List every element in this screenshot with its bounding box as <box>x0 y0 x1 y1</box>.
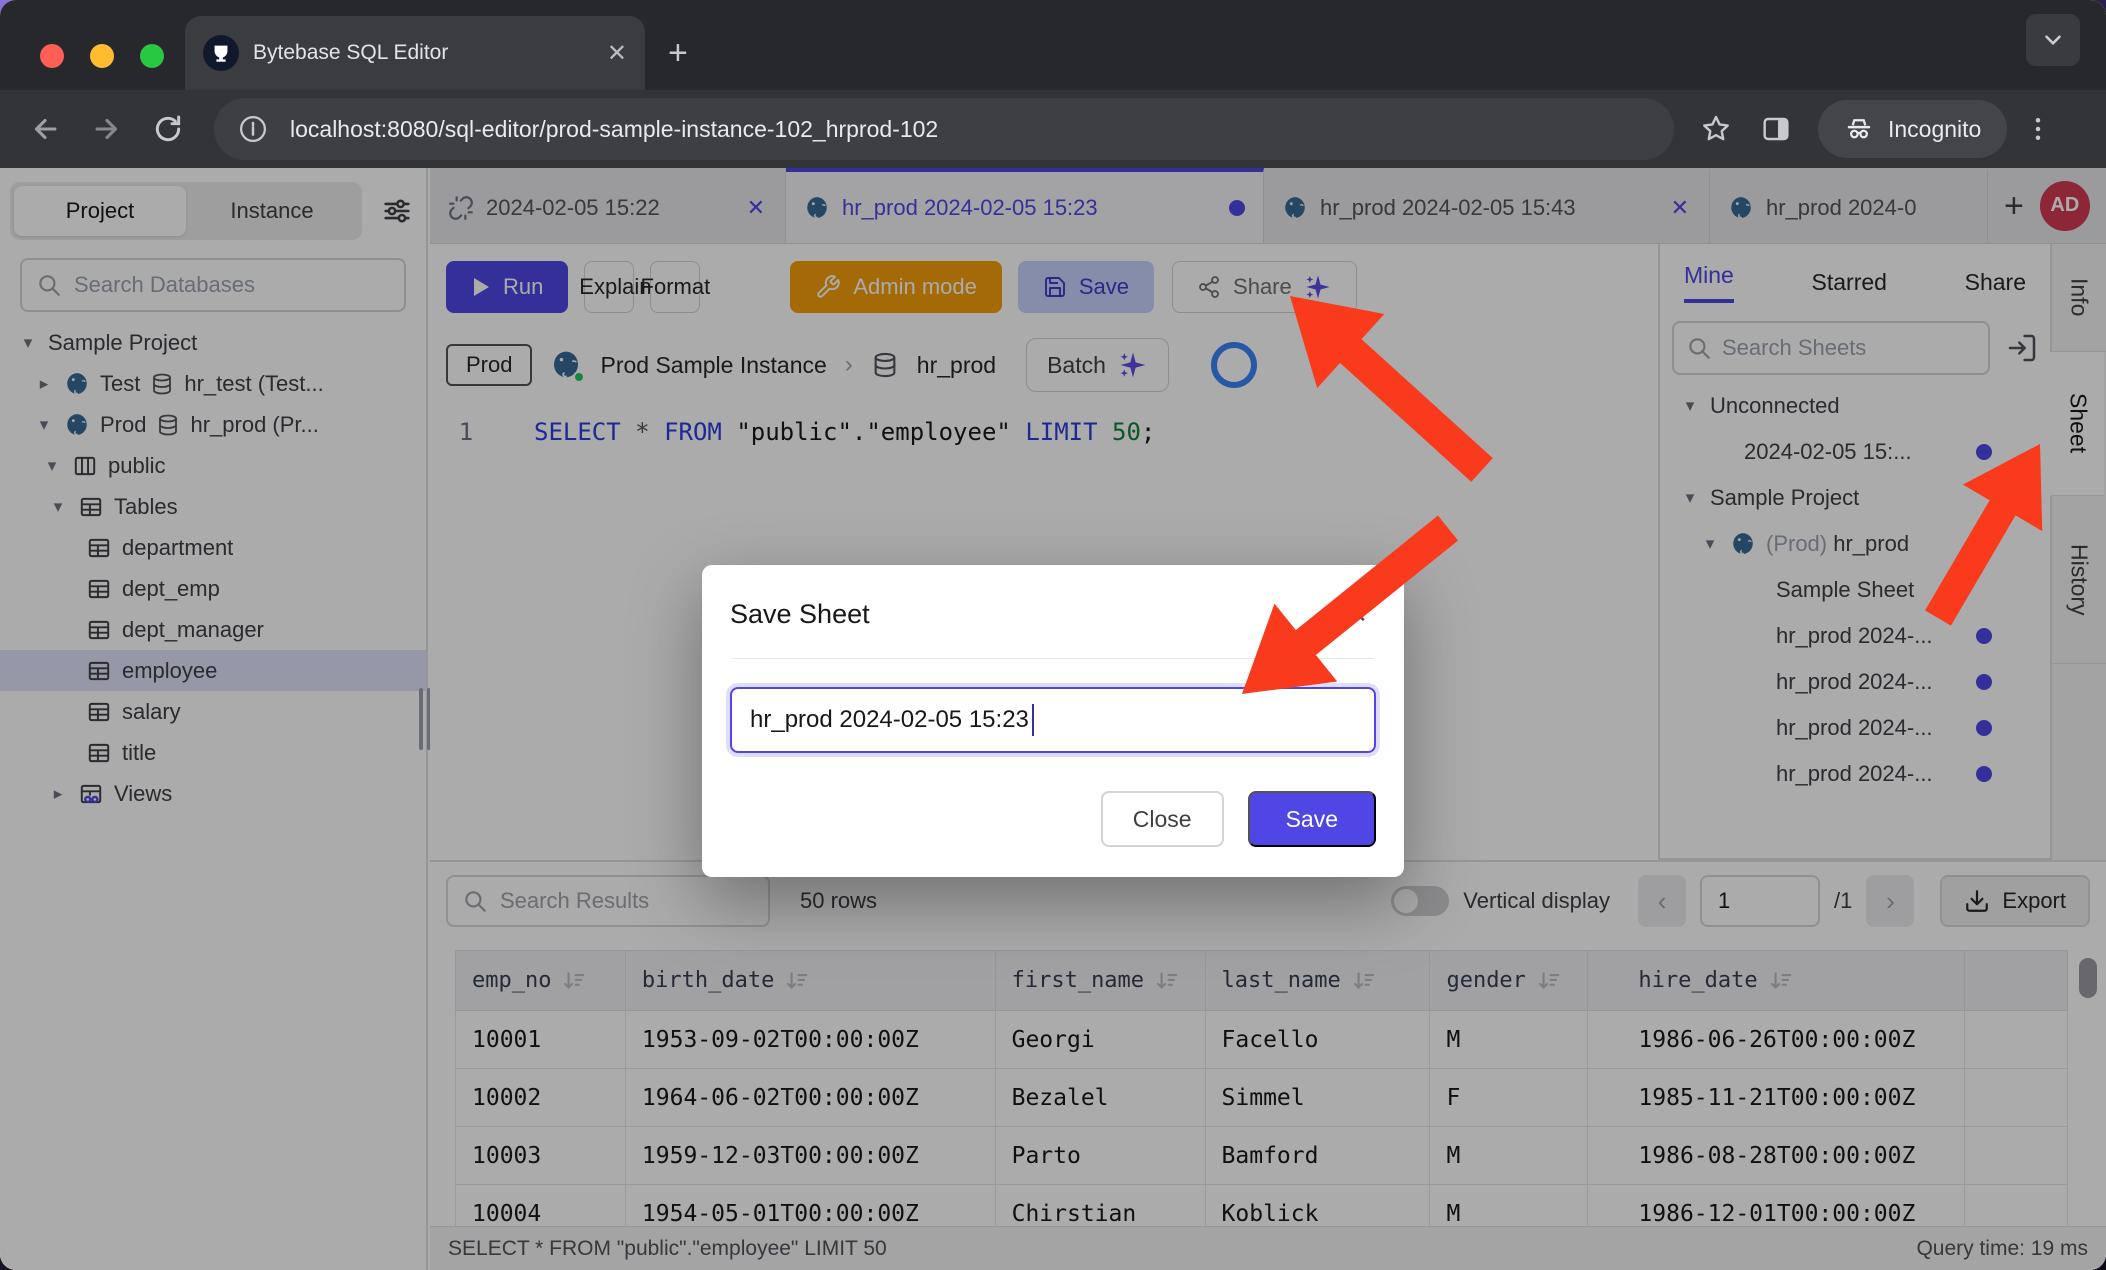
reload-icon[interactable] <box>152 113 184 145</box>
minimize-window-button[interactable] <box>90 44 114 68</box>
maximize-window-button[interactable] <box>140 44 164 68</box>
browser-window: Bytebase SQL Editor ✕ + localhost:8080/s… <box>0 0 2106 1270</box>
dialog-close-button[interactable]: Close <box>1101 791 1224 847</box>
browser-tab-close-icon[interactable]: ✕ <box>607 39 627 68</box>
browser-tab[interactable]: Bytebase SQL Editor ✕ <box>185 16 645 90</box>
dialog-close-icon[interactable]: ✕ <box>1338 595 1376 634</box>
site-info-icon[interactable] <box>238 114 268 144</box>
save-sheet-dialog: Save Sheet ✕ hr_prod 2024-02-05 15:23 Cl… <box>702 565 1404 877</box>
new-tab-button[interactable]: + <box>668 36 688 70</box>
text-cursor <box>1032 704 1034 736</box>
browser-toolbar: localhost:8080/sql-editor/prod-sample-in… <box>0 90 2106 168</box>
chevron-down-icon <box>2040 27 2066 53</box>
url-text: localhost:8080/sql-editor/prod-sample-in… <box>290 116 938 143</box>
close-window-button[interactable] <box>40 44 64 68</box>
side-panel-icon[interactable] <box>1760 113 1792 145</box>
macos-traffic-lights <box>40 44 164 68</box>
browser-menu-icon[interactable] <box>2023 114 2053 144</box>
tab-search-button[interactable] <box>2026 14 2080 66</box>
browser-tab-title: Bytebase SQL Editor <box>253 41 593 65</box>
dialog-save-button[interactable]: Save <box>1248 791 1376 847</box>
back-icon[interactable] <box>28 112 62 146</box>
url-bar[interactable]: localhost:8080/sql-editor/prod-sample-in… <box>214 98 1674 160</box>
incognito-badge: Incognito <box>1818 100 2007 158</box>
dialog-title: Save Sheet <box>730 599 870 630</box>
bookmark-star-icon[interactable] <box>1700 113 1732 145</box>
sheet-name-input[interactable]: hr_prod 2024-02-05 15:23 <box>730 687 1376 753</box>
browser-titlebar: Bytebase SQL Editor ✕ + <box>0 0 2106 90</box>
bytebase-favicon-icon <box>203 35 239 71</box>
sheet-name-value: hr_prod 2024-02-05 15:23 <box>750 706 1029 734</box>
incognito-label: Incognito <box>1888 116 1981 143</box>
incognito-icon <box>1844 114 1874 144</box>
forward-icon[interactable] <box>90 112 124 146</box>
